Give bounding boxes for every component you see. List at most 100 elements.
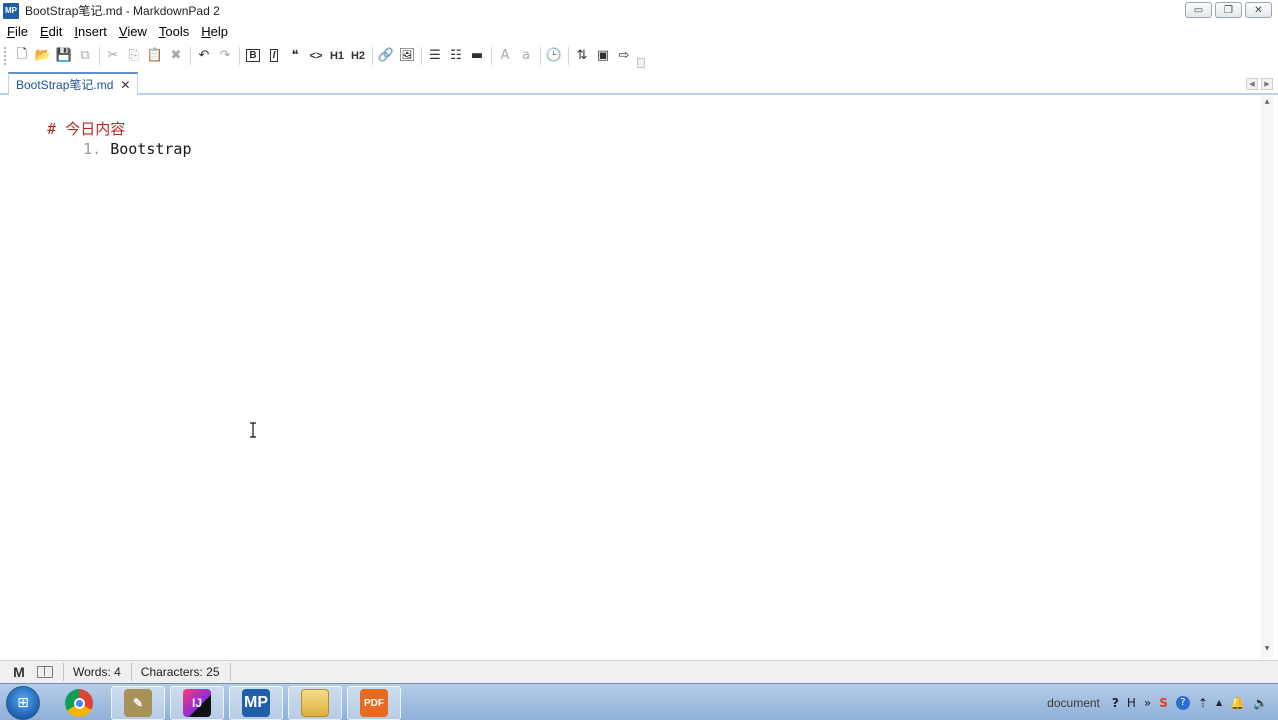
taskbar-app-chrome[interactable] <box>52 686 106 720</box>
toolbar-separator <box>568 46 569 65</box>
open-folder-icon[interactable]: 📂 <box>33 46 53 66</box>
bold-label: B <box>246 49 260 62</box>
menu-file[interactable]: File <box>2 24 35 39</box>
ime-h-icon[interactable]: H <box>1127 696 1136 710</box>
editor-area[interactable]: # 今日内容 1. Bootstrap <box>5 96 1261 658</box>
restore-button[interactable]: ❐ <box>1215 2 1242 18</box>
minimize-button[interactable]: ▭ <box>1185 2 1212 18</box>
pdf-icon: PDF <box>360 689 388 717</box>
toolbar-separator <box>421 46 422 65</box>
list-item-text: Bootstrap <box>110 140 192 158</box>
word-count: Words: 4 <box>73 665 121 679</box>
system-tray: document ? H » S ? ⇡ ▲ 🔔 🔊 <box>1047 684 1278 720</box>
timestamp-icon[interactable]: 🕒 <box>544 46 564 66</box>
question-icon[interactable]: ? <box>1175 695 1190 710</box>
tab-navigation: ◀ ▶ <box>1246 78 1273 90</box>
italic-button[interactable]: I <box>264 46 284 66</box>
uppercase-button[interactable]: A <box>495 46 515 66</box>
editor-line-list-item: 1. Bootstrap <box>47 122 192 176</box>
status-separator <box>63 663 64 681</box>
status-separator <box>229 663 231 681</box>
text-editor-icon: ✎ <box>124 689 152 717</box>
toolbar-separator <box>540 46 541 65</box>
status-separator <box>130 663 132 681</box>
quote-icon[interactable]: ❝ <box>285 46 305 66</box>
taskbar-app-pdf[interactable]: PDF <box>347 686 401 720</box>
toolbar-overflow[interactable] <box>637 57 645 68</box>
close-button[interactable]: ✕ <box>1245 2 1272 18</box>
toolbar: 🗋 📂 💾 ⧉ ✂ ⎘ 📋 ✖ ↶ ↷ B I ❝ <> H1 H2 🔗 🖼 ☰… <box>0 42 1278 69</box>
taskbar-app-markdownpad[interactable]: MP <box>229 686 283 720</box>
menu-bar: File Edit Insert View Tools Help <box>0 21 1278 41</box>
lowercase-button[interactable]: a <box>516 46 536 66</box>
menu-tools[interactable]: Tools <box>154 24 196 39</box>
toolbar-separator <box>190 46 191 65</box>
show-hidden-icon[interactable]: ▲ <box>1216 698 1222 707</box>
undo-icon[interactable]: ↶ <box>194 46 214 66</box>
scroll-down-icon[interactable]: ▼ <box>1261 645 1273 655</box>
tray-document-label: document <box>1047 695 1100 710</box>
bold-button[interactable]: B <box>243 46 263 66</box>
text-cursor-icon <box>250 422 256 438</box>
scroll-up-icon[interactable]: ▲ <box>1261 98 1273 108</box>
new-file-icon[interactable]: 🗋 <box>12 46 32 66</box>
bullet-list-icon[interactable]: ☰ <box>425 46 445 66</box>
taskbar-app-editor[interactable]: ✎ <box>111 686 165 720</box>
horizontal-rule-icon[interactable]: ▬ <box>467 46 487 66</box>
copy-icon[interactable]: ⎘ <box>124 46 144 66</box>
folder-icon <box>301 689 329 717</box>
italic-label: I <box>269 49 279 62</box>
close-tab-icon[interactable]: ✕ <box>120 78 130 92</box>
toolbar-separator <box>99 46 100 65</box>
preview-icon[interactable]: ▣ <box>593 46 613 66</box>
image-icon[interactable]: 🖼 <box>397 46 417 66</box>
toolbar-separator <box>372 46 373 65</box>
help-icon[interactable]: ? <box>1112 696 1119 710</box>
menu-edit[interactable]: Edit <box>35 24 69 39</box>
redo-icon[interactable]: ↷ <box>215 46 235 66</box>
markdown-icon[interactable]: M <box>11 664 27 680</box>
window-controls: ▭ ❐ ✕ <box>1185 2 1272 18</box>
vertical-scrollbar[interactable]: ▲ ▼ <box>1261 96 1273 658</box>
tab-scroll-left-icon[interactable]: ◀ <box>1246 78 1258 90</box>
menu-help[interactable]: Help <box>196 24 235 39</box>
intellij-icon: IJ <box>183 689 211 717</box>
paste-icon[interactable]: 📋 <box>145 46 165 66</box>
status-bar: M Words: 4 Characters: 25 <box>0 660 1278 683</box>
toolbar-separator <box>491 46 492 65</box>
numbered-list-icon[interactable]: ☷ <box>446 46 466 66</box>
network-icon[interactable]: ⇡ <box>1198 696 1208 710</box>
code-icon[interactable]: <> <box>306 46 326 66</box>
taskbar: ⊞ ✎ IJ MP PDF document ? H » S ? ⇡ ▲ 🔔 🔊 <box>0 683 1278 720</box>
volume-icon[interactable]: 🔊 <box>1253 696 1268 710</box>
chevron-icon[interactable]: » <box>1144 696 1151 710</box>
tab-scroll-right-icon[interactable]: ▶ <box>1261 78 1273 90</box>
window-title: BootStrap笔记.md - MarkdownPad 2 <box>25 4 220 18</box>
heading2-button[interactable]: H2 <box>348 46 368 66</box>
start-button[interactable]: ⊞ <box>6 686 40 720</box>
app-icon: MP <box>3 2 19 19</box>
cut-icon[interactable]: ✂ <box>103 46 123 66</box>
link-icon[interactable]: 🔗 <box>376 46 396 66</box>
menu-insert[interactable]: Insert <box>69 24 114 39</box>
export-icon[interactable]: ⇨ <box>614 46 634 66</box>
notification-icon[interactable]: 🔔 <box>1230 696 1245 710</box>
delete-icon[interactable]: ✖ <box>166 46 186 66</box>
tab-document[interactable]: BootStrap笔记.md ✕ <box>8 72 138 95</box>
sync-scroll-icon[interactable]: ⇅ <box>572 46 592 66</box>
taskbar-app-explorer[interactable] <box>288 686 342 720</box>
heading1-button[interactable]: H1 <box>327 46 347 66</box>
list-number: 1. <box>83 140 102 158</box>
book-preview-icon[interactable] <box>37 666 53 678</box>
character-count: Characters: 25 <box>140 665 220 679</box>
sogou-icon[interactable]: S <box>1159 696 1168 710</box>
tab-label: BootStrap笔记.md <box>16 78 114 92</box>
markdownpad-icon: MP <box>242 689 270 717</box>
menu-view[interactable]: View <box>114 24 154 39</box>
save-icon[interactable]: 💾 <box>54 46 74 66</box>
tab-strip: BootStrap笔记.md ✕ ◀ ▶ <box>0 70 1278 95</box>
title-bar: MP BootStrap笔记.md - MarkdownPad 2 ▭ ❐ ✕ <box>0 0 1278 21</box>
taskbar-app-intellij[interactable]: IJ <box>170 686 224 720</box>
toolbar-grip[interactable] <box>4 46 8 65</box>
save-all-icon[interactable]: ⧉ <box>75 46 95 66</box>
